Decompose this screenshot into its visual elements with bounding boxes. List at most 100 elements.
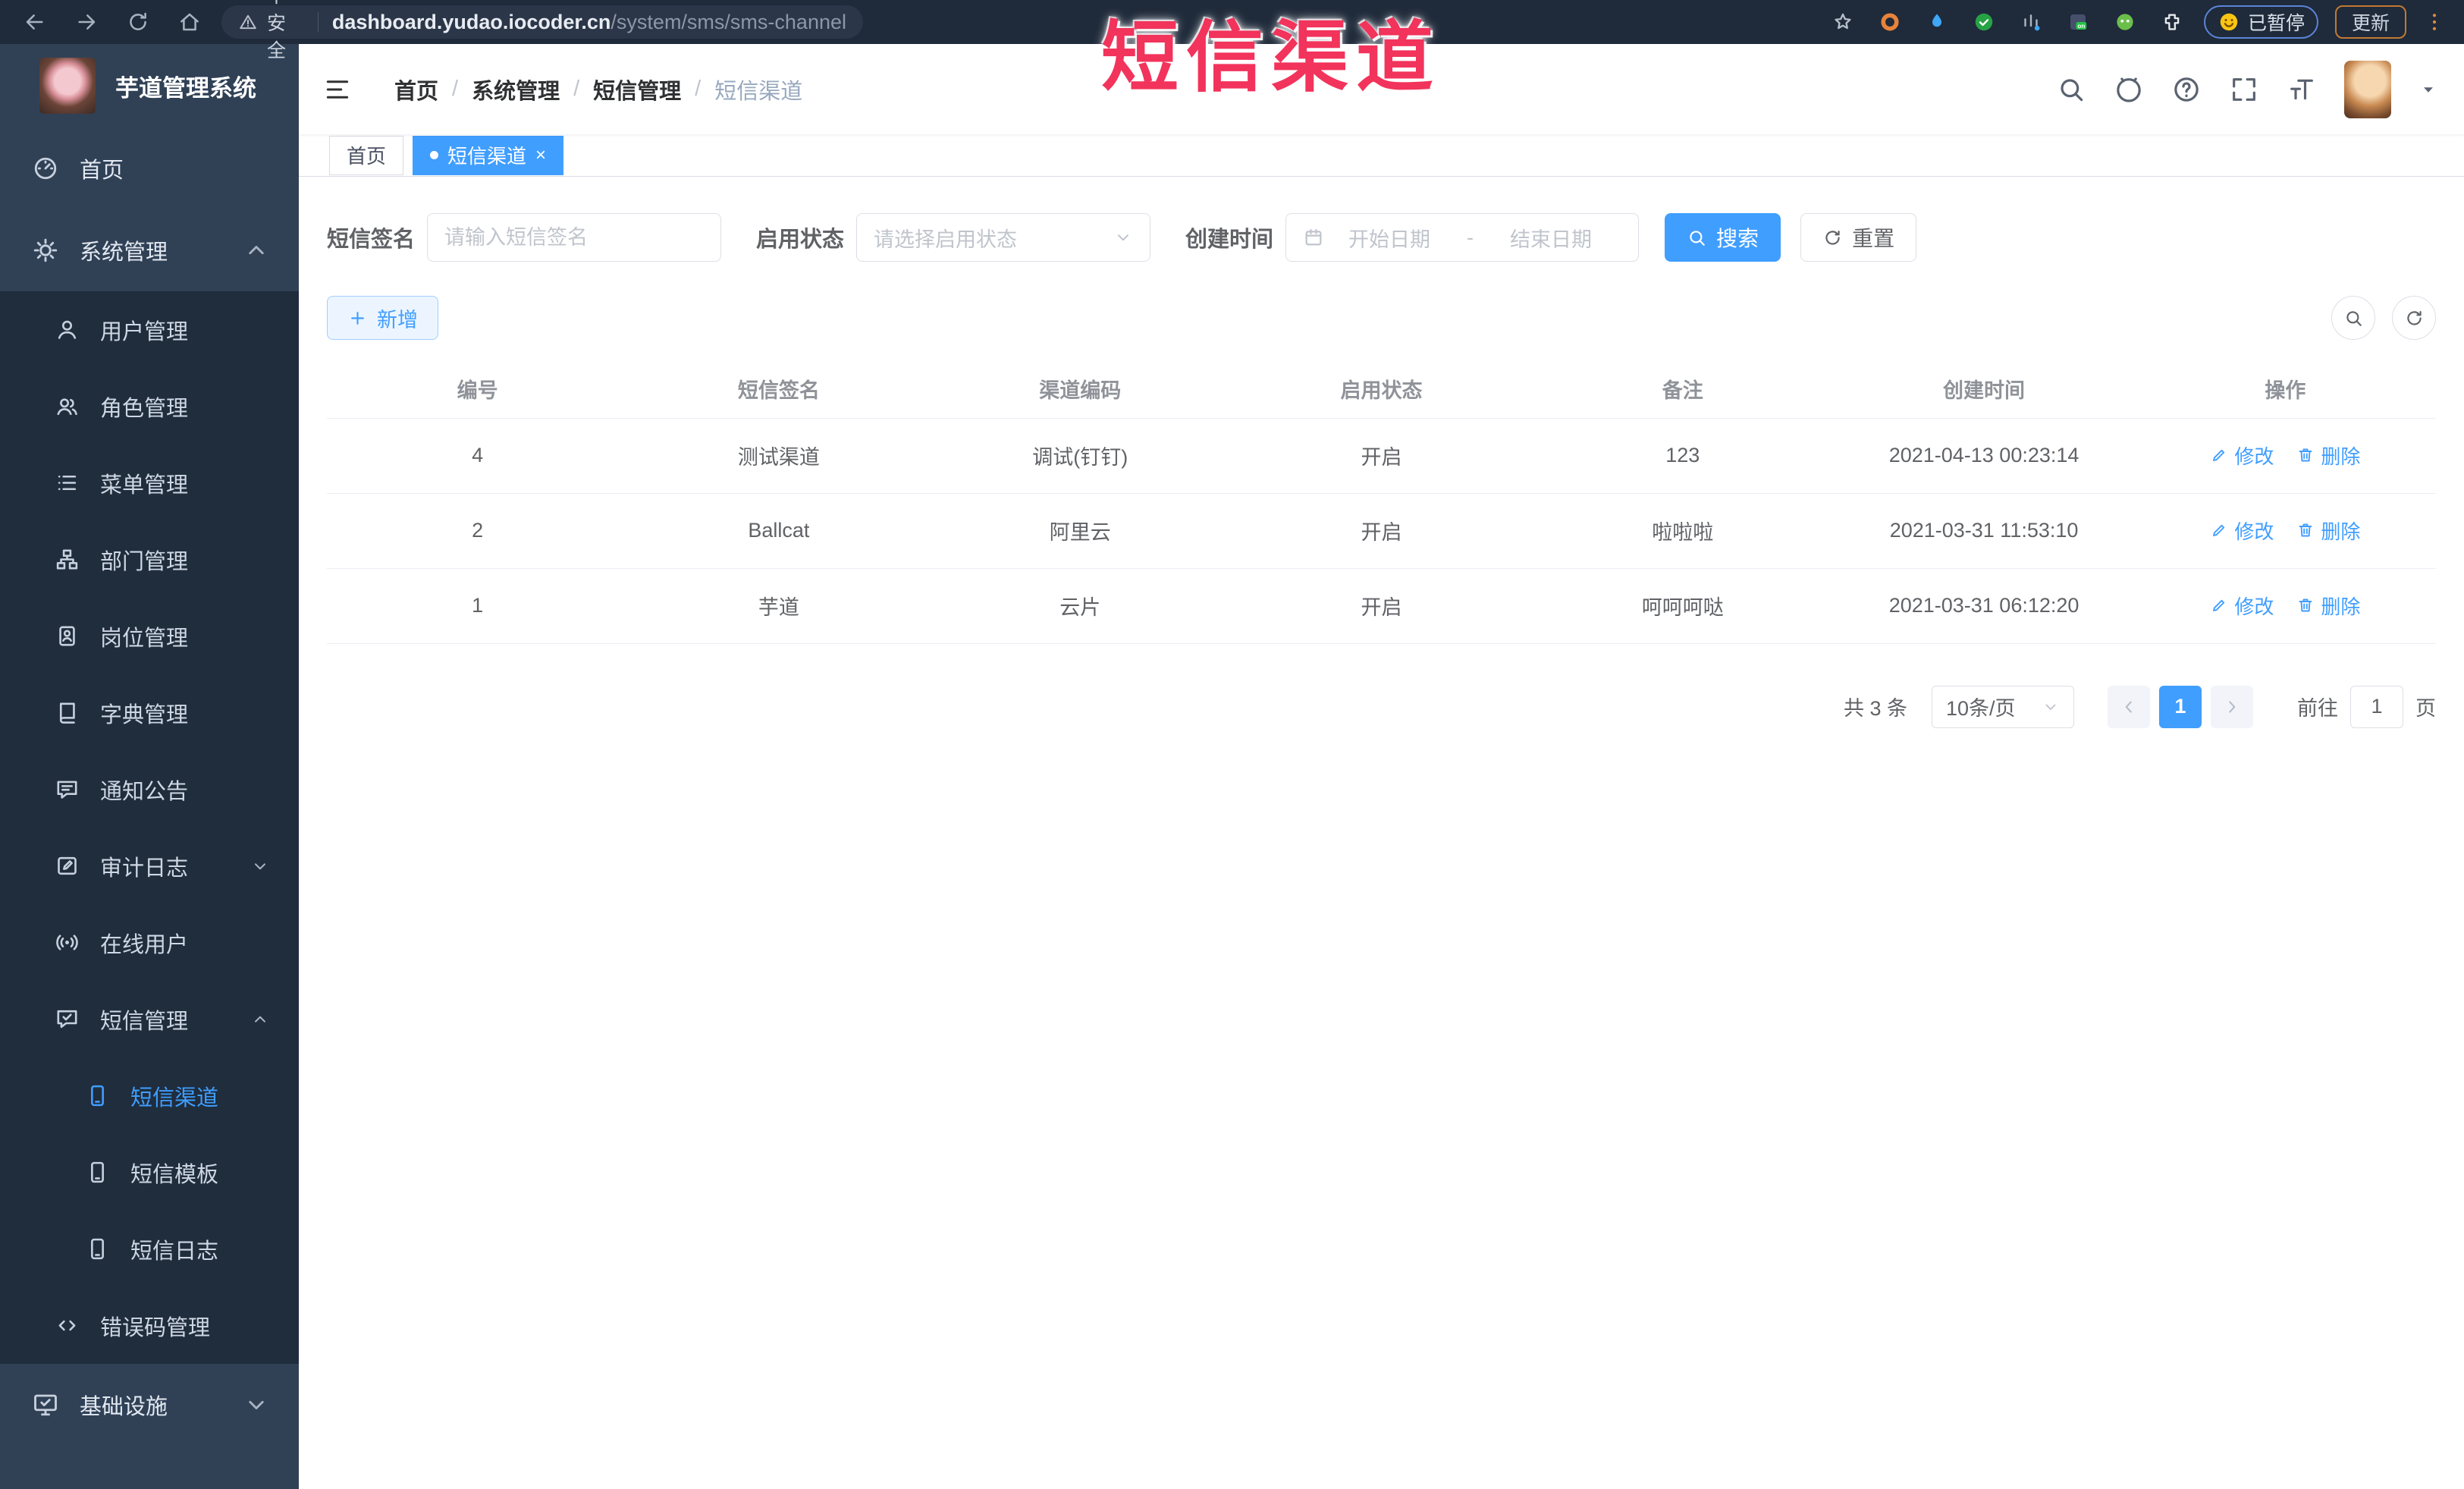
sidebar-item-label: 基础设施 — [80, 1395, 168, 1419]
sidebar-item-menus[interactable]: 菜单管理 — [0, 445, 299, 521]
sidebar-toggle-icon[interactable] — [323, 75, 352, 104]
chevron-down-icon — [243, 1391, 270, 1418]
status-select[interactable]: 请选择启用状态 — [856, 213, 1151, 262]
help-icon[interactable] — [2171, 74, 2202, 105]
sidebar-item-sms-log[interactable]: 短信日志 — [0, 1211, 299, 1287]
sidebar-item-depts[interactable]: 部门管理 — [0, 521, 299, 598]
font-size-icon[interactable] — [2287, 74, 2317, 105]
caret-down-icon[interactable] — [2418, 80, 2438, 99]
delete-link[interactable]: 删除 — [2296, 592, 2360, 620]
next-page-button[interactable] — [2211, 685, 2253, 728]
broadcast-icon — [55, 930, 80, 955]
sidebar-item-label: 首页 — [80, 159, 124, 183]
green-check-icon[interactable] — [1973, 11, 1995, 33]
sidebar-item-label: 审计日志 — [100, 856, 189, 881]
page-size-value: 10条/页 — [1946, 697, 2016, 720]
sidebar-item-posts[interactable]: 岗位管理 — [0, 598, 299, 674]
search-button[interactable]: 搜索 — [1665, 213, 1781, 262]
blue-pin-icon[interactable] — [1926, 11, 1948, 33]
user-icon — [55, 317, 80, 342]
filter-form: 短信签名 启用状态 请选择启用状态 创建时间 开始日期 - 结束日期 搜索 重置 — [327, 213, 2436, 262]
breadcrumb-sms[interactable]: 短信管理 — [593, 74, 681, 105]
sidebar-item-sms-template[interactable]: 短信模板 — [0, 1134, 299, 1211]
delete-link[interactable]: 删除 — [2296, 517, 2360, 545]
cell-id: 4 — [327, 418, 629, 494]
orange-ring-icon[interactable] — [1879, 11, 1901, 33]
fullscreen-icon[interactable] — [2229, 74, 2259, 105]
home-icon[interactable] — [177, 10, 202, 34]
forward-icon[interactable] — [74, 10, 99, 34]
sidebar-item-sms[interactable]: 短信管理 — [0, 981, 299, 1057]
table-toolbar: 新增 — [327, 296, 2436, 340]
security-label: 不安全 — [267, 0, 287, 61]
cell-sign: 测试渠道 — [628, 418, 930, 494]
sidebar-item-dicts[interactable]: 字典管理 — [0, 674, 299, 751]
pencil-icon — [2210, 446, 2228, 464]
tab-close-icon[interactable]: × — [535, 146, 546, 165]
browser-menu-icon[interactable] — [2423, 11, 2446, 33]
pencil-icon — [2210, 521, 2228, 539]
sign-label: 短信签名 — [327, 228, 416, 252]
sidebar-item-audit-log[interactable]: 审计日志 — [0, 828, 299, 904]
avatar[interactable] — [2344, 60, 2391, 118]
cell-remark: 123 — [1532, 418, 1834, 494]
cell-remark: 啦啦啦 — [1532, 493, 1834, 569]
paused-badge[interactable]: 已暂停 — [2203, 5, 2318, 39]
bookmark-star-icon[interactable] — [1832, 11, 1854, 33]
sidebar-item-label: 系统管理 — [80, 240, 168, 265]
trash-icon — [2296, 596, 2315, 614]
app-logo-row[interactable]: 芋道管理系统 — [0, 44, 299, 127]
sidebar-item-label: 角色管理 — [100, 396, 189, 421]
cell-actions: 修改 删除 — [2134, 418, 2436, 494]
cell-actions: 修改 删除 — [2134, 568, 2436, 644]
on-badge-icon[interactable]: on — [2067, 11, 2089, 33]
sidebar-item-label: 短信模板 — [130, 1162, 219, 1187]
header-search-icon[interactable] — [2056, 74, 2086, 105]
sidebar-item-system[interactable]: 系统管理 — [0, 209, 299, 291]
back-icon[interactable] — [23, 10, 47, 34]
tab-home[interactable]: 首页 — [329, 135, 404, 175]
sidebar-item-roles[interactable]: 角色管理 — [0, 368, 299, 445]
sidebar-item-sms-channel[interactable]: 短信渠道 — [0, 1057, 299, 1134]
prev-page-button[interactable] — [2108, 685, 2150, 728]
sidebar-item-home[interactable]: 首页 — [0, 127, 299, 209]
sidebar-item-label: 短信管理 — [100, 1009, 189, 1034]
date-range-picker[interactable]: 开始日期 - 结束日期 — [1285, 213, 1640, 262]
sidebar-item-notices[interactable]: 通知公告 — [0, 751, 299, 828]
page-1-button[interactable]: 1 — [2159, 685, 2202, 728]
alien-icon[interactable] — [2114, 11, 2136, 33]
refresh-table-button[interactable] — [2392, 296, 2436, 340]
address-bar[interactable]: 不安全 dashboard.yudao.iocoder.cn/system/sm… — [221, 0, 863, 61]
tab-sms-channel[interactable]: 短信渠道 × — [413, 135, 564, 175]
add-button[interactable]: 新增 — [327, 296, 438, 340]
breadcrumb-home[interactable]: 首页 — [394, 74, 438, 105]
search-icon — [1687, 228, 1707, 248]
delete-link[interactable]: 删除 — [2296, 441, 2360, 470]
reset-button[interactable]: 重置 — [1800, 213, 1917, 262]
github-icon[interactable] — [2114, 74, 2144, 105]
navbar: 首页 / 系统管理 / 短信管理 / 短信渠道 — [299, 44, 2464, 134]
breadcrumb-system[interactable]: 系统管理 — [472, 74, 560, 105]
sidebar-item-users[interactable]: 用户管理 — [0, 291, 299, 368]
dashboard-icon — [32, 155, 59, 182]
sidebar-item-label: 错误码管理 — [100, 1315, 211, 1340]
puzzle-icon[interactable] — [2161, 11, 2183, 33]
cell-status: 开启 — [1230, 418, 1533, 494]
update-button[interactable]: 更新 — [2334, 5, 2406, 39]
reload-icon[interactable] — [126, 10, 150, 34]
edit-link[interactable]: 修改 — [2210, 592, 2274, 620]
toggle-search-button[interactable] — [2331, 296, 2375, 340]
edit-link[interactable]: 修改 — [2210, 517, 2274, 545]
edit-link[interactable]: 修改 — [2210, 441, 2274, 470]
sidebar-item-online-users[interactable]: 在线用户 — [0, 904, 299, 981]
cell-created: 2021-04-13 00:23:14 — [1833, 418, 2135, 494]
bars-icon[interactable] — [2020, 11, 2042, 33]
page-size-select[interactable]: 10条/页 — [1932, 685, 2074, 728]
sign-input[interactable] — [427, 213, 722, 262]
sidebar-item-infra[interactable]: 基础设施 — [0, 1364, 299, 1446]
monitor-icon — [32, 1391, 59, 1418]
page-unit-label: 页 — [2415, 697, 2436, 720]
goto-page-input[interactable] — [2350, 685, 2403, 728]
sidebar-item-error-code[interactable]: 错误码管理 — [0, 1287, 299, 1364]
gear-icon — [32, 237, 59, 264]
